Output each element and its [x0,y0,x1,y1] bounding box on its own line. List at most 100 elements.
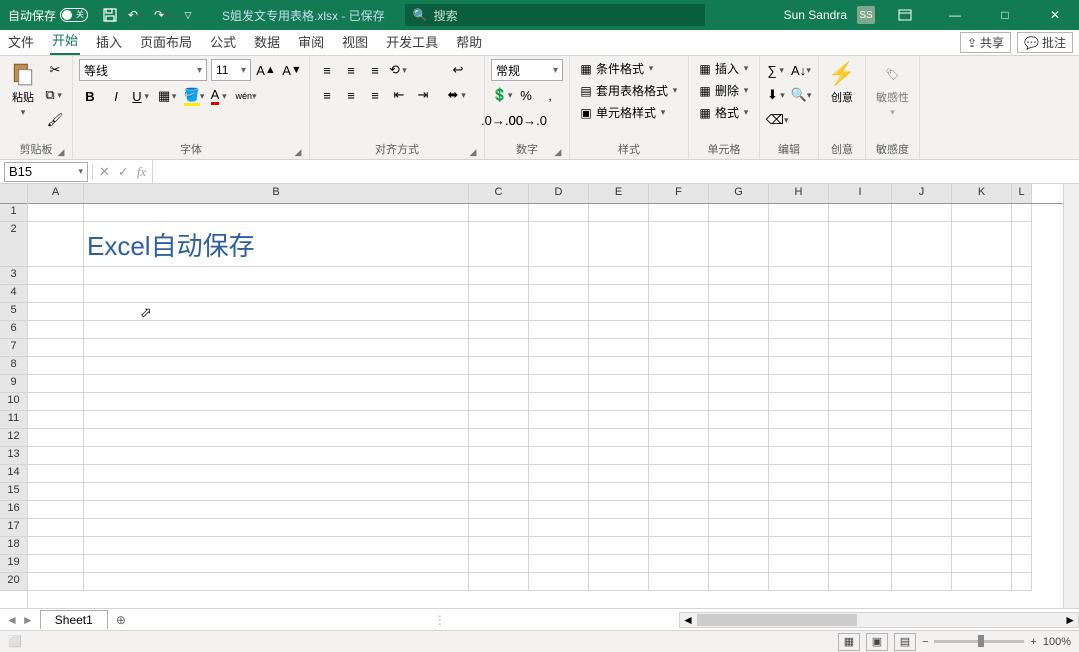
cell[interactable] [589,321,649,339]
cell[interactable] [1012,375,1032,393]
cell[interactable] [469,537,529,555]
cell[interactable] [84,501,469,519]
row-header[interactable]: 3 [0,267,27,285]
cell[interactable] [952,375,1012,393]
cell[interactable] [1012,267,1032,285]
column-header[interactable]: H [769,184,829,203]
clear-icon[interactable]: ⌫▾ [766,109,788,131]
row-header[interactable]: 5 [0,303,27,321]
cell[interactable] [1012,303,1032,321]
tab-insert[interactable]: 插入 [94,28,124,55]
cell[interactable] [649,537,709,555]
row-header[interactable]: 16 [0,501,27,519]
cell[interactable] [892,222,952,267]
cell[interactable] [952,573,1012,591]
cell[interactable] [709,447,769,465]
cell[interactable] [952,357,1012,375]
cell[interactable] [529,429,589,447]
cell[interactable] [84,429,469,447]
cell[interactable] [28,357,84,375]
cell[interactable] [649,465,709,483]
cell[interactable] [769,411,829,429]
cell[interactable] [529,555,589,573]
cell[interactable] [84,483,469,501]
cell[interactable] [649,501,709,519]
cell[interactable] [589,285,649,303]
cell[interactable] [649,267,709,285]
cell[interactable] [769,321,829,339]
row-header[interactable]: 15 [0,483,27,501]
cell[interactable] [829,204,892,222]
cell[interactable] [589,429,649,447]
cell[interactable] [892,411,952,429]
cell[interactable] [649,285,709,303]
cell[interactable] [1012,393,1032,411]
row-header[interactable]: 7 [0,339,27,357]
cell[interactable] [28,393,84,411]
cell[interactable] [829,555,892,573]
minimize-button[interactable]: — [935,1,975,29]
comments-button[interactable]: 💬批注 [1017,32,1073,53]
cell[interactable] [829,573,892,591]
cancel-formula-icon[interactable]: ✕ [99,164,110,180]
cell[interactable] [649,339,709,357]
cells-area[interactable]: ⬀ Excel自动保存 [28,204,1063,591]
cell[interactable] [589,357,649,375]
save-icon[interactable] [102,7,118,23]
cell[interactable] [84,267,469,285]
cell[interactable] [892,285,952,303]
underline-button[interactable]: U▾ [131,85,153,107]
cell[interactable] [709,321,769,339]
vertical-scrollbar[interactable] [1063,184,1079,608]
cell[interactable] [1012,483,1032,501]
cell[interactable] [1012,285,1032,303]
autosum-icon[interactable]: ∑▾ [766,59,788,81]
cell[interactable] [1012,204,1032,222]
cell[interactable] [829,393,892,411]
row-header[interactable]: 13 [0,447,27,465]
cell[interactable] [469,267,529,285]
percent-icon[interactable]: % [515,84,537,106]
column-header[interactable]: L [1012,184,1032,203]
paste-button[interactable]: 粘贴▾ [6,59,40,120]
record-macro-icon[interactable]: ⬜ [0,635,30,648]
cell[interactable] [952,204,1012,222]
cell[interactable] [892,447,952,465]
cell[interactable] [892,339,952,357]
cell[interactable] [952,267,1012,285]
zoom-out-button[interactable]: − [922,636,928,648]
zoom-in-button[interactable]: + [1030,636,1036,648]
cell[interactable] [709,429,769,447]
cell[interactable] [952,285,1012,303]
cell[interactable] [589,555,649,573]
row-header[interactable]: 18 [0,537,27,555]
cell[interactable] [769,483,829,501]
cell[interactable] [529,267,589,285]
cell[interactable] [829,303,892,321]
cell[interactable] [709,267,769,285]
font-color-icon[interactable]: A▾ [209,85,231,107]
row-header[interactable]: 9 [0,375,27,393]
cell[interactable] [649,483,709,501]
cell[interactable] [769,339,829,357]
redo-icon[interactable]: ↷▾ [154,7,170,23]
cell[interactable] [589,519,649,537]
cell[interactable] [84,537,469,555]
undo-icon[interactable]: ↶▾ [128,7,144,23]
cell[interactable] [469,222,529,267]
currency-icon[interactable]: 💲▾ [491,84,513,106]
cell[interactable] [1012,339,1032,357]
normal-view-icon[interactable]: ▦ [838,633,860,651]
cell[interactable] [709,555,769,573]
column-header[interactable]: E [589,184,649,203]
format-cells-button[interactable]: ▦格式▾ [695,103,753,122]
cell[interactable] [709,285,769,303]
cell[interactable] [529,357,589,375]
cell[interactable] [892,204,952,222]
phonetic-icon[interactable]: wén▾ [235,85,257,107]
cell[interactable] [1012,447,1032,465]
close-button[interactable]: ✕ [1035,1,1075,29]
row-header[interactable]: 20 [0,573,27,591]
italic-button[interactable]: I [105,85,127,107]
cell[interactable] [469,519,529,537]
